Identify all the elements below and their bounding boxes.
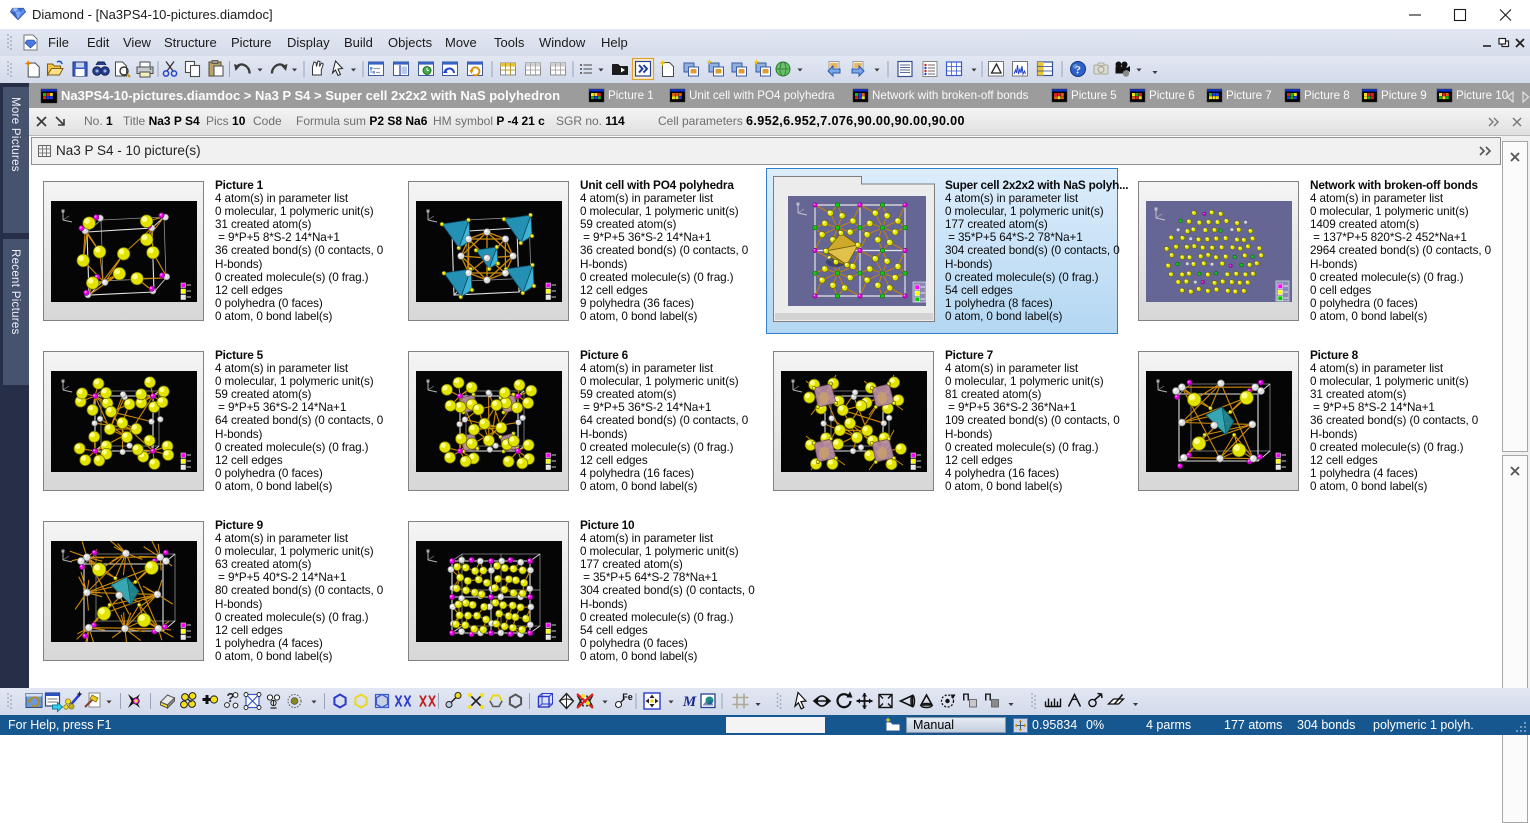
svg-text:?: ?	[1075, 63, 1081, 77]
svg-text:Fe: Fe	[622, 692, 633, 702]
svg-text:Π: Π	[962, 693, 969, 704]
svg-text:Π: Π	[984, 693, 991, 704]
svg-text:M: M	[682, 694, 697, 710]
